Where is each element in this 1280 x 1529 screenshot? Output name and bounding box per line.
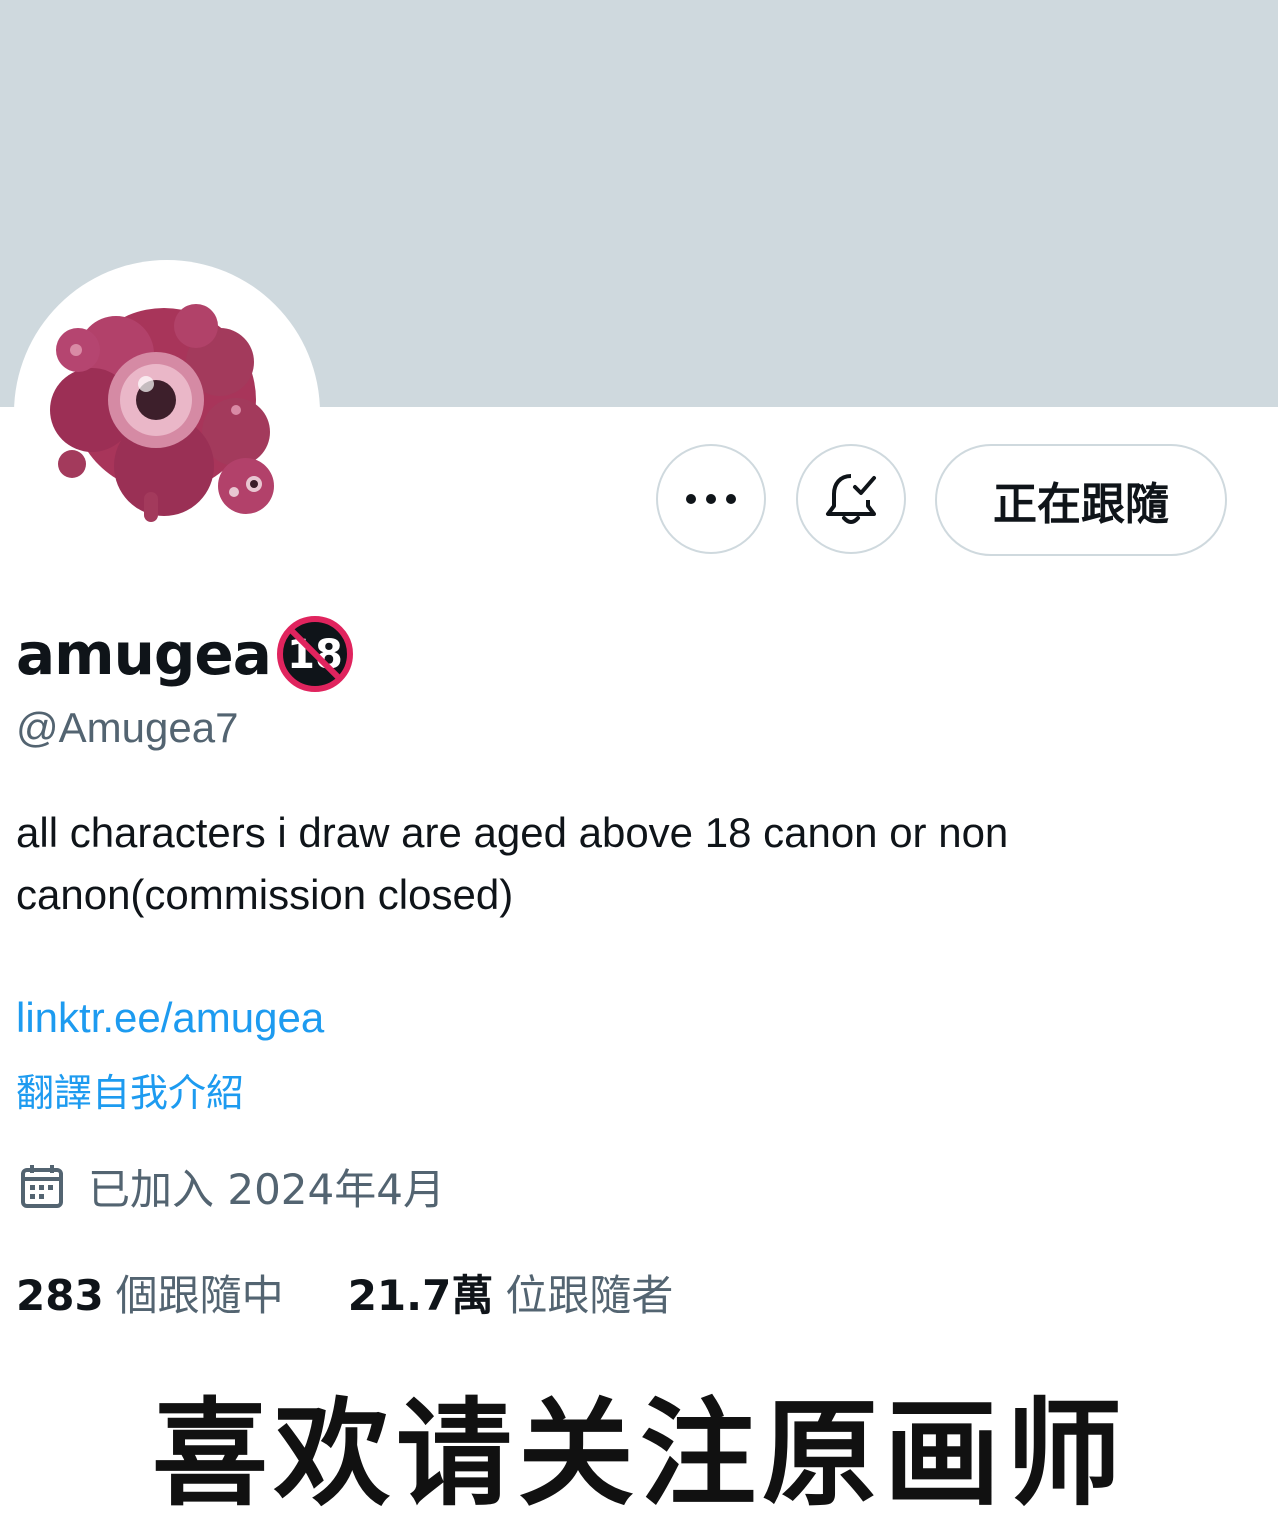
more-icon bbox=[686, 494, 736, 504]
avatar[interactable] bbox=[14, 260, 320, 566]
profile-handle: @Amugea7 bbox=[16, 704, 239, 751]
bell-check-icon bbox=[826, 474, 876, 524]
notifications-button[interactable] bbox=[796, 444, 906, 554]
following-button[interactable]: 正在跟隨 bbox=[935, 444, 1227, 556]
followers-label: 位跟隨者 bbox=[505, 1271, 674, 1320]
joined-date-text: 已加入 2024年4月 bbox=[88, 1164, 445, 1214]
avatar-creature-image bbox=[50, 304, 274, 522]
overlay-caption: 喜欢请关注原画师 bbox=[152, 1387, 1128, 1522]
calendar-icon bbox=[21, 1165, 63, 1208]
more-button[interactable] bbox=[656, 444, 766, 554]
followers-stat[interactable]: 21.7萬 位跟隨者 bbox=[348, 1262, 674, 1323]
following-label: 個跟隨中 bbox=[115, 1271, 284, 1320]
profile-bio: all characters i draw are aged above 18 … bbox=[16, 809, 1009, 918]
follow-stats: 283 個跟隨中 21.7萬 位跟隨者 bbox=[16, 1262, 673, 1323]
profile-link[interactable]: linktr.ee/amugea bbox=[16, 994, 324, 1042]
following-count: 283 bbox=[16, 1271, 104, 1320]
following-stat[interactable]: 283 個跟隨中 bbox=[16, 1262, 284, 1323]
no-under-18-badge-icon: 18 bbox=[276, 616, 353, 692]
profile-name-row: amugea 18 bbox=[16, 614, 355, 694]
display-name: amugea bbox=[16, 620, 272, 688]
followers-count: 21.7萬 bbox=[347, 1271, 494, 1320]
translate-bio-link[interactable]: 翻譯自我介紹 bbox=[16, 1062, 244, 1117]
joined-date: 已加入 2024年4月 bbox=[18, 1156, 445, 1216]
